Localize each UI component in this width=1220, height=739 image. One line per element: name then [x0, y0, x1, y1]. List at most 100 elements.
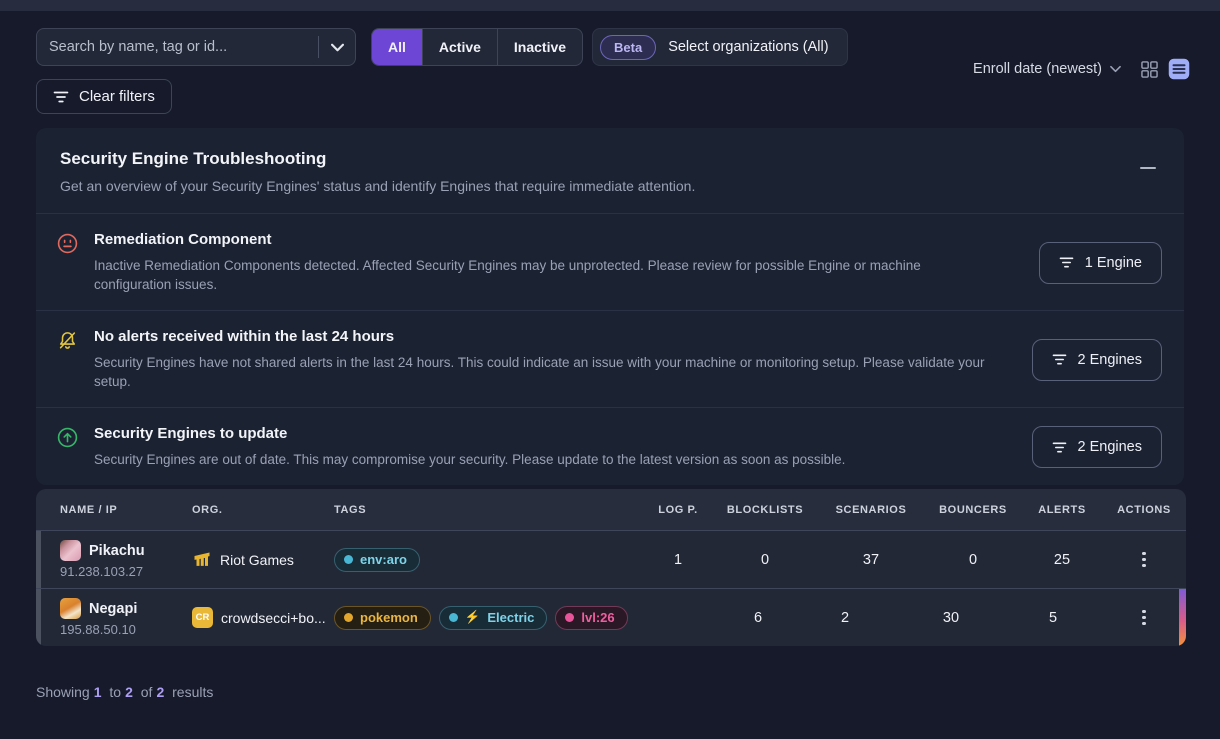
- sort-and-view-bar: Enroll date (newest): [973, 58, 1190, 80]
- item-description: Security Engines are out of date. This m…: [94, 450, 1014, 469]
- tag-pill[interactable]: lvl:26: [555, 606, 627, 630]
- tab-inactive[interactable]: Inactive: [498, 29, 582, 65]
- filter-icon: [53, 90, 69, 104]
- summary-start: 1: [94, 684, 102, 700]
- sort-label: Enroll date (newest): [973, 61, 1102, 77]
- avatar: [60, 598, 81, 619]
- item-description: Inactive Remediation Components detected…: [94, 256, 994, 294]
- tag-dot-icon: [344, 613, 353, 622]
- summary-total: 2: [156, 684, 164, 700]
- troubleshooting-subtitle: Get an overview of your Security Engines…: [60, 178, 1160, 194]
- search-input[interactable]: [37, 39, 318, 55]
- row-status-strip: [36, 531, 41, 588]
- status-filter-tabs: All Active Inactive: [371, 28, 583, 66]
- tag-label: lvl:26: [581, 610, 614, 625]
- engine-name: Pikachu: [89, 543, 145, 559]
- bell-slash-icon: [56, 329, 80, 352]
- search-box[interactable]: [36, 28, 356, 66]
- engines-count-label: 2 Engines: [1078, 439, 1143, 455]
- arrow-up-circle-icon: [56, 426, 80, 449]
- no-alerts-engines-button[interactable]: 2 Engines: [1032, 339, 1163, 381]
- tag-pill[interactable]: env:aro: [334, 548, 420, 572]
- item-title: No alerts received within the last 24 ho…: [94, 328, 1018, 345]
- item-title: Security Engines to update: [94, 425, 1018, 442]
- engines-count-label: 2 Engines: [1078, 352, 1143, 368]
- col-header-scenarios: SCENARIOS: [818, 504, 924, 516]
- table-header-row: NAME / IP ORG. TAGS LOG P. BLOCKLISTS SC…: [36, 489, 1186, 530]
- filter-icon: [1052, 353, 1067, 366]
- summary-text: of: [141, 684, 153, 700]
- tag-label: pokemon: [360, 610, 418, 625]
- cell-bouncers: 5: [1004, 610, 1102, 626]
- troubleshooting-title: Security Engine Troubleshooting: [60, 149, 1160, 169]
- engine-ip: 195.88.50.10: [60, 622, 192, 637]
- sad-face-icon: [56, 232, 80, 255]
- tab-active[interactable]: Active: [423, 29, 498, 65]
- cell-log-p: 1: [644, 552, 712, 568]
- row-status-strip: [36, 589, 41, 646]
- col-header-name-ip: NAME / IP: [36, 504, 192, 516]
- clear-filters-label: Clear filters: [79, 88, 155, 105]
- tag-pill[interactable]: pokemon: [334, 606, 431, 630]
- item-description: Security Engines have not shared alerts …: [94, 353, 1014, 391]
- cell-bouncers: 0: [924, 552, 1022, 568]
- table-row-negapi[interactable]: Negapi 195.88.50.10 CR crowdsecci+bo... …: [36, 588, 1186, 646]
- engines-table: NAME / IP ORG. TAGS LOG P. BLOCKLISTS SC…: [36, 489, 1186, 646]
- org-selector-label: Select organizations (All): [668, 39, 828, 55]
- avatar: [60, 540, 81, 561]
- troubleshooting-header: Security Engine Troubleshooting Get an o…: [36, 128, 1184, 213]
- table-row-pikachu[interactable]: Pikachu 91.238.103.27 Riot Games env:aro…: [36, 530, 1186, 588]
- troubleshooting-panel: Security Engine Troubleshooting Get an o…: [36, 128, 1184, 485]
- row-edge-gradient-strip: [1179, 589, 1186, 646]
- cell-blocklists: 0: [712, 552, 818, 568]
- tag-pill[interactable]: ⚡ Electric: [439, 606, 548, 630]
- org-name: Riot Games: [220, 552, 294, 568]
- lightning-bolt-icon: ⚡: [465, 610, 481, 625]
- row-actions-menu-icon[interactable]: [1136, 604, 1152, 632]
- tab-all[interactable]: All: [372, 29, 423, 65]
- tag-dot-icon: [449, 613, 458, 622]
- item-title: Remediation Component: [94, 231, 1025, 248]
- top-header-strip: [0, 0, 1220, 11]
- org-badge: CR: [192, 607, 213, 628]
- summary-text: results: [172, 684, 213, 700]
- cell-scenarios: 37: [818, 552, 924, 568]
- tag-dot-icon: [565, 613, 574, 622]
- minus-icon: [1140, 167, 1156, 170]
- filter-icon: [1059, 256, 1074, 269]
- riot-games-logo: [192, 550, 212, 570]
- col-header-tags: TAGS: [334, 504, 644, 516]
- col-header-log-p: LOG P.: [644, 504, 712, 516]
- troubleshooting-item-update: Security Engines to update Security Engi…: [36, 407, 1184, 485]
- cell-log-p: 6: [724, 610, 792, 626]
- tag-label: Electric: [487, 610, 534, 625]
- troubleshooting-item-no-alerts: No alerts received within the last 24 ho…: [36, 310, 1184, 407]
- row-actions-menu-icon[interactable]: [1136, 546, 1152, 574]
- troubleshooting-item-remediation: Remediation Component Inactive Remediati…: [36, 213, 1184, 310]
- list-view-icon[interactable]: [1168, 58, 1190, 80]
- collapse-panel-button[interactable]: [1140, 161, 1158, 175]
- grid-view-icon[interactable]: [1141, 61, 1158, 78]
- col-header-bouncers: BOUNCERS: [924, 504, 1022, 516]
- org-name: crowdsecci+bo...: [221, 610, 326, 626]
- cell-blocklists: 2: [792, 610, 898, 626]
- engine-ip: 91.238.103.27: [60, 564, 192, 579]
- cell-alerts: 25: [1022, 552, 1102, 568]
- col-header-blocklists: BLOCKLISTS: [712, 504, 818, 516]
- update-engines-button[interactable]: 2 Engines: [1032, 426, 1163, 468]
- sort-dropdown[interactable]: Enroll date (newest): [973, 61, 1121, 77]
- engine-name: Negapi: [89, 601, 137, 617]
- view-toggle-group: [1141, 58, 1190, 80]
- results-summary: Showing1 to2 of2 results: [36, 684, 217, 700]
- remediation-engines-button[interactable]: 1 Engine: [1039, 242, 1162, 284]
- clear-filters-button[interactable]: Clear filters: [36, 79, 172, 114]
- org-selector-button[interactable]: Beta Select organizations (All): [592, 28, 848, 66]
- summary-text: to: [109, 684, 121, 700]
- summary-end: 2: [125, 684, 133, 700]
- col-header-org: ORG.: [192, 504, 334, 516]
- tag-label: env:aro: [360, 552, 407, 567]
- col-header-alerts: ALERTS: [1022, 504, 1102, 516]
- engines-count-label: 1 Engine: [1085, 255, 1142, 271]
- tag-dot-icon: [344, 555, 353, 564]
- chevron-down-icon[interactable]: [319, 29, 355, 65]
